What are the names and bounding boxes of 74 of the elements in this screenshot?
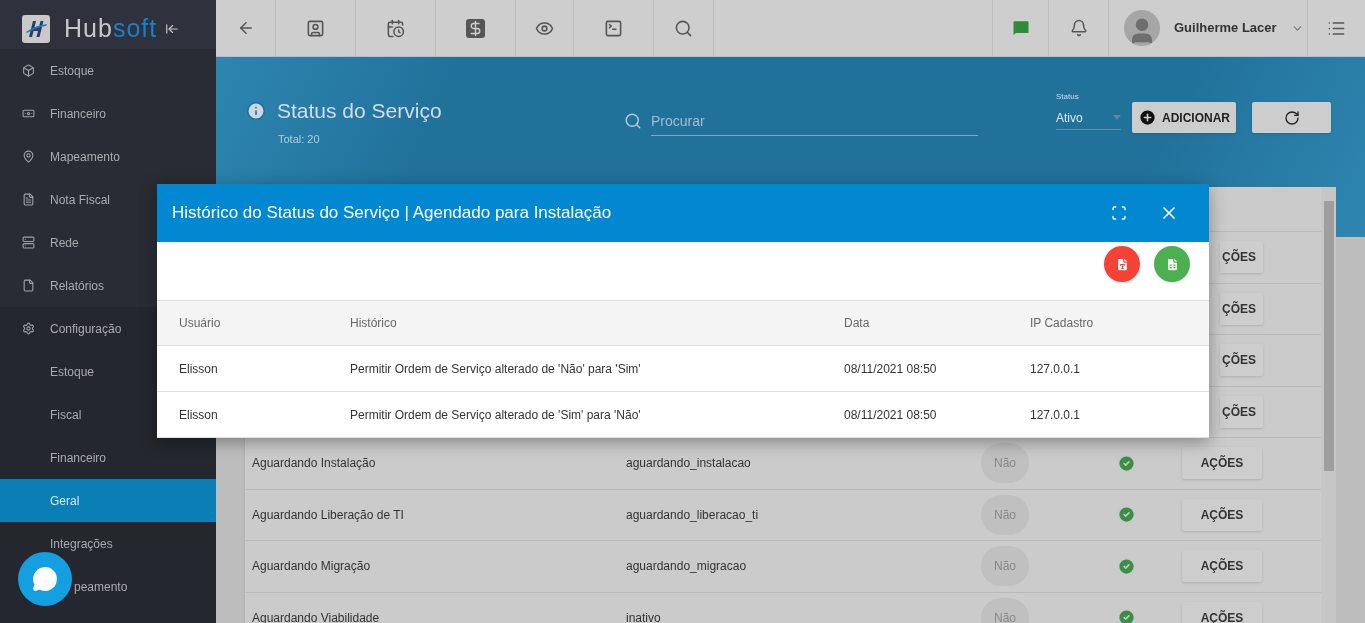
actions-button[interactable]: ÇÕES bbox=[1220, 292, 1263, 325]
table-cell: Aguardando Instalação bbox=[252, 456, 376, 471]
sidebar-item[interactable]: Financeiro bbox=[0, 436, 216, 479]
actions-button[interactable]: AÇÕES bbox=[1182, 550, 1262, 583]
settings-icon bbox=[22, 322, 35, 335]
bell-icon bbox=[1069, 19, 1088, 37]
actions-button[interactable]: AÇÕES bbox=[1182, 498, 1262, 531]
column-header: Usuário bbox=[179, 316, 221, 330]
column-header: IP Cadastro bbox=[1030, 316, 1094, 330]
user-menu[interactable]: Guilherme Lacer bbox=[1108, 0, 1308, 56]
map-pin-icon bbox=[22, 150, 35, 163]
logo-icon bbox=[22, 14, 50, 43]
actions-button[interactable]: ÇÕES bbox=[1220, 395, 1263, 428]
terminal-icon bbox=[604, 18, 623, 38]
table-cell: Elisson bbox=[179, 407, 218, 422]
table-cell: Elisson bbox=[179, 361, 218, 376]
chat-bubble-icon bbox=[32, 566, 58, 592]
table-cell: aguardando_liberacao_ti bbox=[626, 507, 759, 522]
sidebar-item[interactable]: Financeiro bbox=[0, 92, 216, 135]
pdf-icon bbox=[1114, 256, 1130, 272]
fullscreen-icon[interactable] bbox=[1111, 205, 1127, 221]
table-cell: aguardando_instalacao bbox=[626, 456, 751, 471]
logo-text: Hubsoft bbox=[64, 12, 158, 44]
search-icon bbox=[624, 112, 642, 130]
collapse-icon[interactable] bbox=[165, 21, 180, 36]
flag-pill: Não bbox=[981, 443, 1029, 484]
column-header: Data bbox=[844, 316, 870, 330]
sidebar-item[interactable]: Geral bbox=[0, 479, 216, 522]
dollar-icon bbox=[466, 18, 485, 38]
sidebar-item[interactable]: Estoque bbox=[0, 49, 216, 92]
table-cell: 127.0.0.1 bbox=[1030, 407, 1081, 422]
page-title: Status do Serviço bbox=[277, 98, 442, 124]
pdf-export-button[interactable] bbox=[1104, 246, 1140, 282]
table-cell: 08/11/2021 08:50 bbox=[844, 361, 937, 376]
table-cell: 08/11/2021 08:50 bbox=[844, 407, 937, 422]
table-cell: Aguardando Liberação de TI bbox=[252, 507, 404, 522]
flag-pill: Não bbox=[981, 597, 1029, 623]
banknote-icon bbox=[22, 107, 35, 120]
sidebar-item[interactable]: Relatórios bbox=[0, 264, 216, 307]
dropdown-caret-icon bbox=[1113, 115, 1121, 120]
flag-pill: Não bbox=[981, 494, 1029, 535]
search-field[interactable]: Procurar bbox=[651, 106, 978, 136]
add-button[interactable]: ADICIONAR bbox=[1132, 102, 1236, 133]
excel-export-button[interactable] bbox=[1154, 246, 1190, 282]
contact-icon bbox=[306, 18, 325, 38]
file-icon bbox=[22, 279, 35, 292]
avatar-icon bbox=[1124, 10, 1160, 46]
chat-icon bbox=[1010, 18, 1031, 38]
spreadsheet-icon bbox=[1164, 256, 1180, 272]
sidebar-item[interactable]: peamento bbox=[0, 565, 216, 608]
total-count: Total: 20 bbox=[278, 131, 321, 147]
server-icon bbox=[22, 236, 35, 249]
actions-button[interactable]: AÇÕES bbox=[1182, 447, 1262, 480]
actions-button[interactable]: ÇÕES bbox=[1220, 344, 1263, 377]
table-cell: 127.0.0.1 bbox=[1030, 361, 1081, 376]
sidebar-item[interactable]: Mapeamento bbox=[0, 135, 216, 178]
actions-button[interactable]: ÇÕES bbox=[1220, 241, 1263, 274]
sidebar-item[interactable]: Integrações bbox=[0, 522, 216, 565]
table-cell: inativo bbox=[626, 610, 661, 623]
plus-icon bbox=[1138, 108, 1157, 127]
status-label: Status bbox=[1056, 91, 1080, 103]
box-icon bbox=[22, 64, 35, 77]
table-cell: Aguardando Migração bbox=[252, 559, 371, 574]
table-cell: Permitir Ordem de Serviço alterado de 'Sim' para 'Não' bbox=[350, 407, 641, 422]
table-cell: aguardando_migracao bbox=[626, 559, 747, 574]
column-header: Histórico bbox=[350, 316, 397, 330]
calendar-clock-icon bbox=[386, 18, 405, 38]
refresh-icon bbox=[1283, 109, 1300, 126]
table-cell: Permitir Ordem de Serviço alterado de 'Não' para 'Sim' bbox=[350, 361, 641, 376]
status-select[interactable]: Ativo bbox=[1056, 106, 1121, 130]
search-icon bbox=[674, 18, 693, 38]
refresh-button[interactable] bbox=[1252, 102, 1331, 133]
flag-pill: Não bbox=[981, 546, 1029, 587]
document-icon bbox=[22, 193, 35, 206]
